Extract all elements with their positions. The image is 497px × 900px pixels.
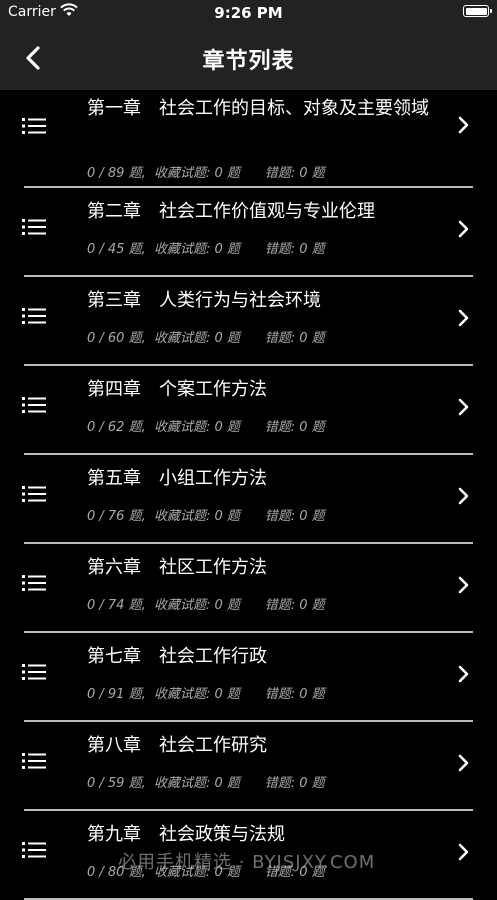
chapter-row[interactable]: 第六章 社区工作方法 0 / 74 题, 收藏试题: 0 题 错题: 0 题 — [0, 544, 497, 633]
chapter-title: 第五章 小组工作方法 — [87, 468, 267, 489]
status-bar: Carrier 9:26 PM — [0, 0, 497, 26]
chapter-list: 第一章 社会工作的目标、对象及主要领域 0 / 89 题, 收藏试题: 0 题 … — [0, 90, 497, 900]
chevron-right-icon — [458, 754, 469, 772]
chapter-stats: 0 / 89 题, 收藏试题: 0 题 错题: 0 题 — [87, 166, 325, 181]
list-icon — [22, 842, 46, 858]
chevron-right-icon — [458, 309, 469, 327]
list-icon — [22, 308, 46, 324]
page-title: 章节列表 — [202, 49, 295, 74]
list-icon — [22, 118, 46, 134]
chapter-row[interactable]: 第一章 社会工作的目标、对象及主要领域 0 / 89 题, 收藏试题: 0 题 … — [0, 90, 497, 188]
list-icon — [22, 219, 46, 235]
chapter-row[interactable]: 第八章 社会工作研究 0 / 59 题, 收藏试题: 0 题 错题: 0 题 — [0, 722, 497, 811]
battery-icon — [463, 5, 492, 17]
chapter-title: 第三章 人类行为与社会环境 — [87, 290, 321, 311]
chapter-stats: 0 / 74 题, 收藏试题: 0 题 错题: 0 题 — [87, 598, 325, 613]
chapter-stats: 0 / 62 题, 收藏试题: 0 题 错题: 0 题 — [87, 420, 325, 435]
chevron-right-icon — [458, 487, 469, 505]
chapter-row[interactable]: 第三章 人类行为与社会环境 0 / 60 题, 收藏试题: 0 题 错题: 0 … — [0, 277, 497, 366]
chapter-stats: 0 / 91 题, 收藏试题: 0 题 错题: 0 题 — [87, 687, 325, 702]
chapter-row[interactable]: 第二章 社会工作价值观与专业伦理 0 / 45 题, 收藏试题: 0 题 错题:… — [0, 188, 497, 277]
chapter-stats: 0 / 76 题, 收藏试题: 0 题 错题: 0 题 — [87, 509, 325, 524]
chapter-title: 第八章 社会工作研究 — [87, 735, 267, 756]
chapter-title: 第七章 社会工作行政 — [87, 646, 267, 667]
chapter-row[interactable]: 第七章 社会工作行政 0 / 91 题, 收藏试题: 0 题 错题: 0 题 — [0, 633, 497, 722]
watermark: 必用手机精选 · BYJSJXY.COM — [118, 852, 376, 873]
chapter-stats: 0 / 45 题, 收藏试题: 0 题 错题: 0 题 — [87, 242, 325, 257]
list-icon — [22, 575, 46, 591]
chapter-stats: 0 / 59 题, 收藏试题: 0 题 错题: 0 题 — [87, 776, 325, 791]
chapter-stats: 0 / 60 题, 收藏试题: 0 题 错题: 0 题 — [87, 331, 325, 346]
list-icon — [22, 486, 46, 502]
chapter-title: 第六章 社区工作方法 — [87, 557, 267, 578]
chevron-right-icon — [458, 398, 469, 416]
chevron-right-icon — [458, 116, 469, 134]
list-icon — [22, 664, 46, 680]
chevron-right-icon — [458, 665, 469, 683]
chapter-title: 第一章 社会工作的目标、对象及主要领域 — [87, 98, 429, 119]
chapter-title: 第二章 社会工作价值观与专业伦理 — [87, 201, 375, 222]
clock: 9:26 PM — [214, 4, 283, 22]
chevron-right-icon — [458, 843, 469, 861]
list-icon — [22, 397, 46, 413]
chapter-title: 第四章 个案工作方法 — [87, 379, 267, 400]
chevron-right-icon — [458, 576, 469, 594]
chapter-title: 第九章 社会政策与法规 — [87, 824, 285, 845]
chapter-row[interactable]: 第四章 个案工作方法 0 / 62 题, 收藏试题: 0 题 错题: 0 题 — [0, 366, 497, 455]
chapter-row[interactable]: 第五章 小组工作方法 0 / 76 题, 收藏试题: 0 题 错题: 0 题 — [0, 455, 497, 544]
navigation-bar: 章节列表 — [0, 26, 497, 90]
list-icon — [22, 753, 46, 769]
chevron-right-icon — [458, 220, 469, 238]
